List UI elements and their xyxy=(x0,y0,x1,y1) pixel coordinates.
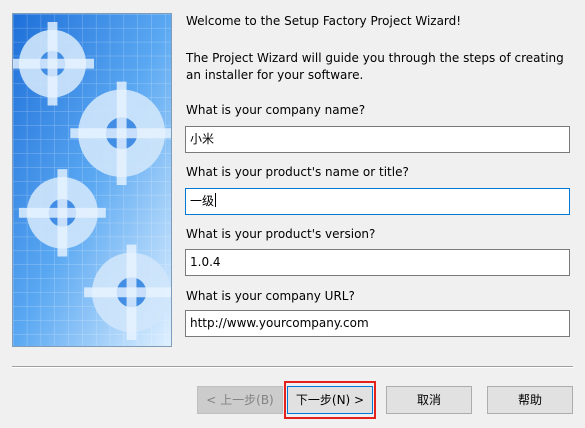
product-version-value: 1.0.4 xyxy=(190,255,221,269)
help-button[interactable]: 帮助 xyxy=(487,386,573,414)
back-button[interactable]: < 上一步(B) xyxy=(197,386,283,414)
gears-graphic xyxy=(13,14,171,346)
cancel-button[interactable]: 取消 xyxy=(386,386,472,414)
company-url-label: What is your company URL? xyxy=(186,289,355,303)
product-name-label: What is your product's name or title? xyxy=(186,165,409,179)
company-name-value: 小米 xyxy=(190,132,215,146)
company-name-label: What is your company name? xyxy=(186,103,366,117)
product-version-input[interactable]: 1.0.4 xyxy=(185,249,570,276)
product-version-label: What is your product's version? xyxy=(186,227,376,241)
product-name-value: 一级 xyxy=(190,194,215,208)
footer-divider xyxy=(12,366,573,368)
next-button-highlight-box xyxy=(284,381,376,419)
wizard-banner-image xyxy=(12,13,172,347)
company-url-input[interactable]: http://www.yourcompany.com xyxy=(185,310,570,337)
intro-text-line-2: an installer for your software. xyxy=(186,68,364,82)
company-name-input[interactable]: 小米 xyxy=(185,126,570,153)
company-url-value: http://www.yourcompany.com xyxy=(190,316,369,330)
product-name-input[interactable]: 一级 xyxy=(185,188,570,215)
welcome-heading: Welcome to the Setup Factory Project Wiz… xyxy=(186,14,462,28)
intro-text-line-1: The Project Wizard will guide you throug… xyxy=(186,51,564,65)
text-caret xyxy=(215,193,217,207)
